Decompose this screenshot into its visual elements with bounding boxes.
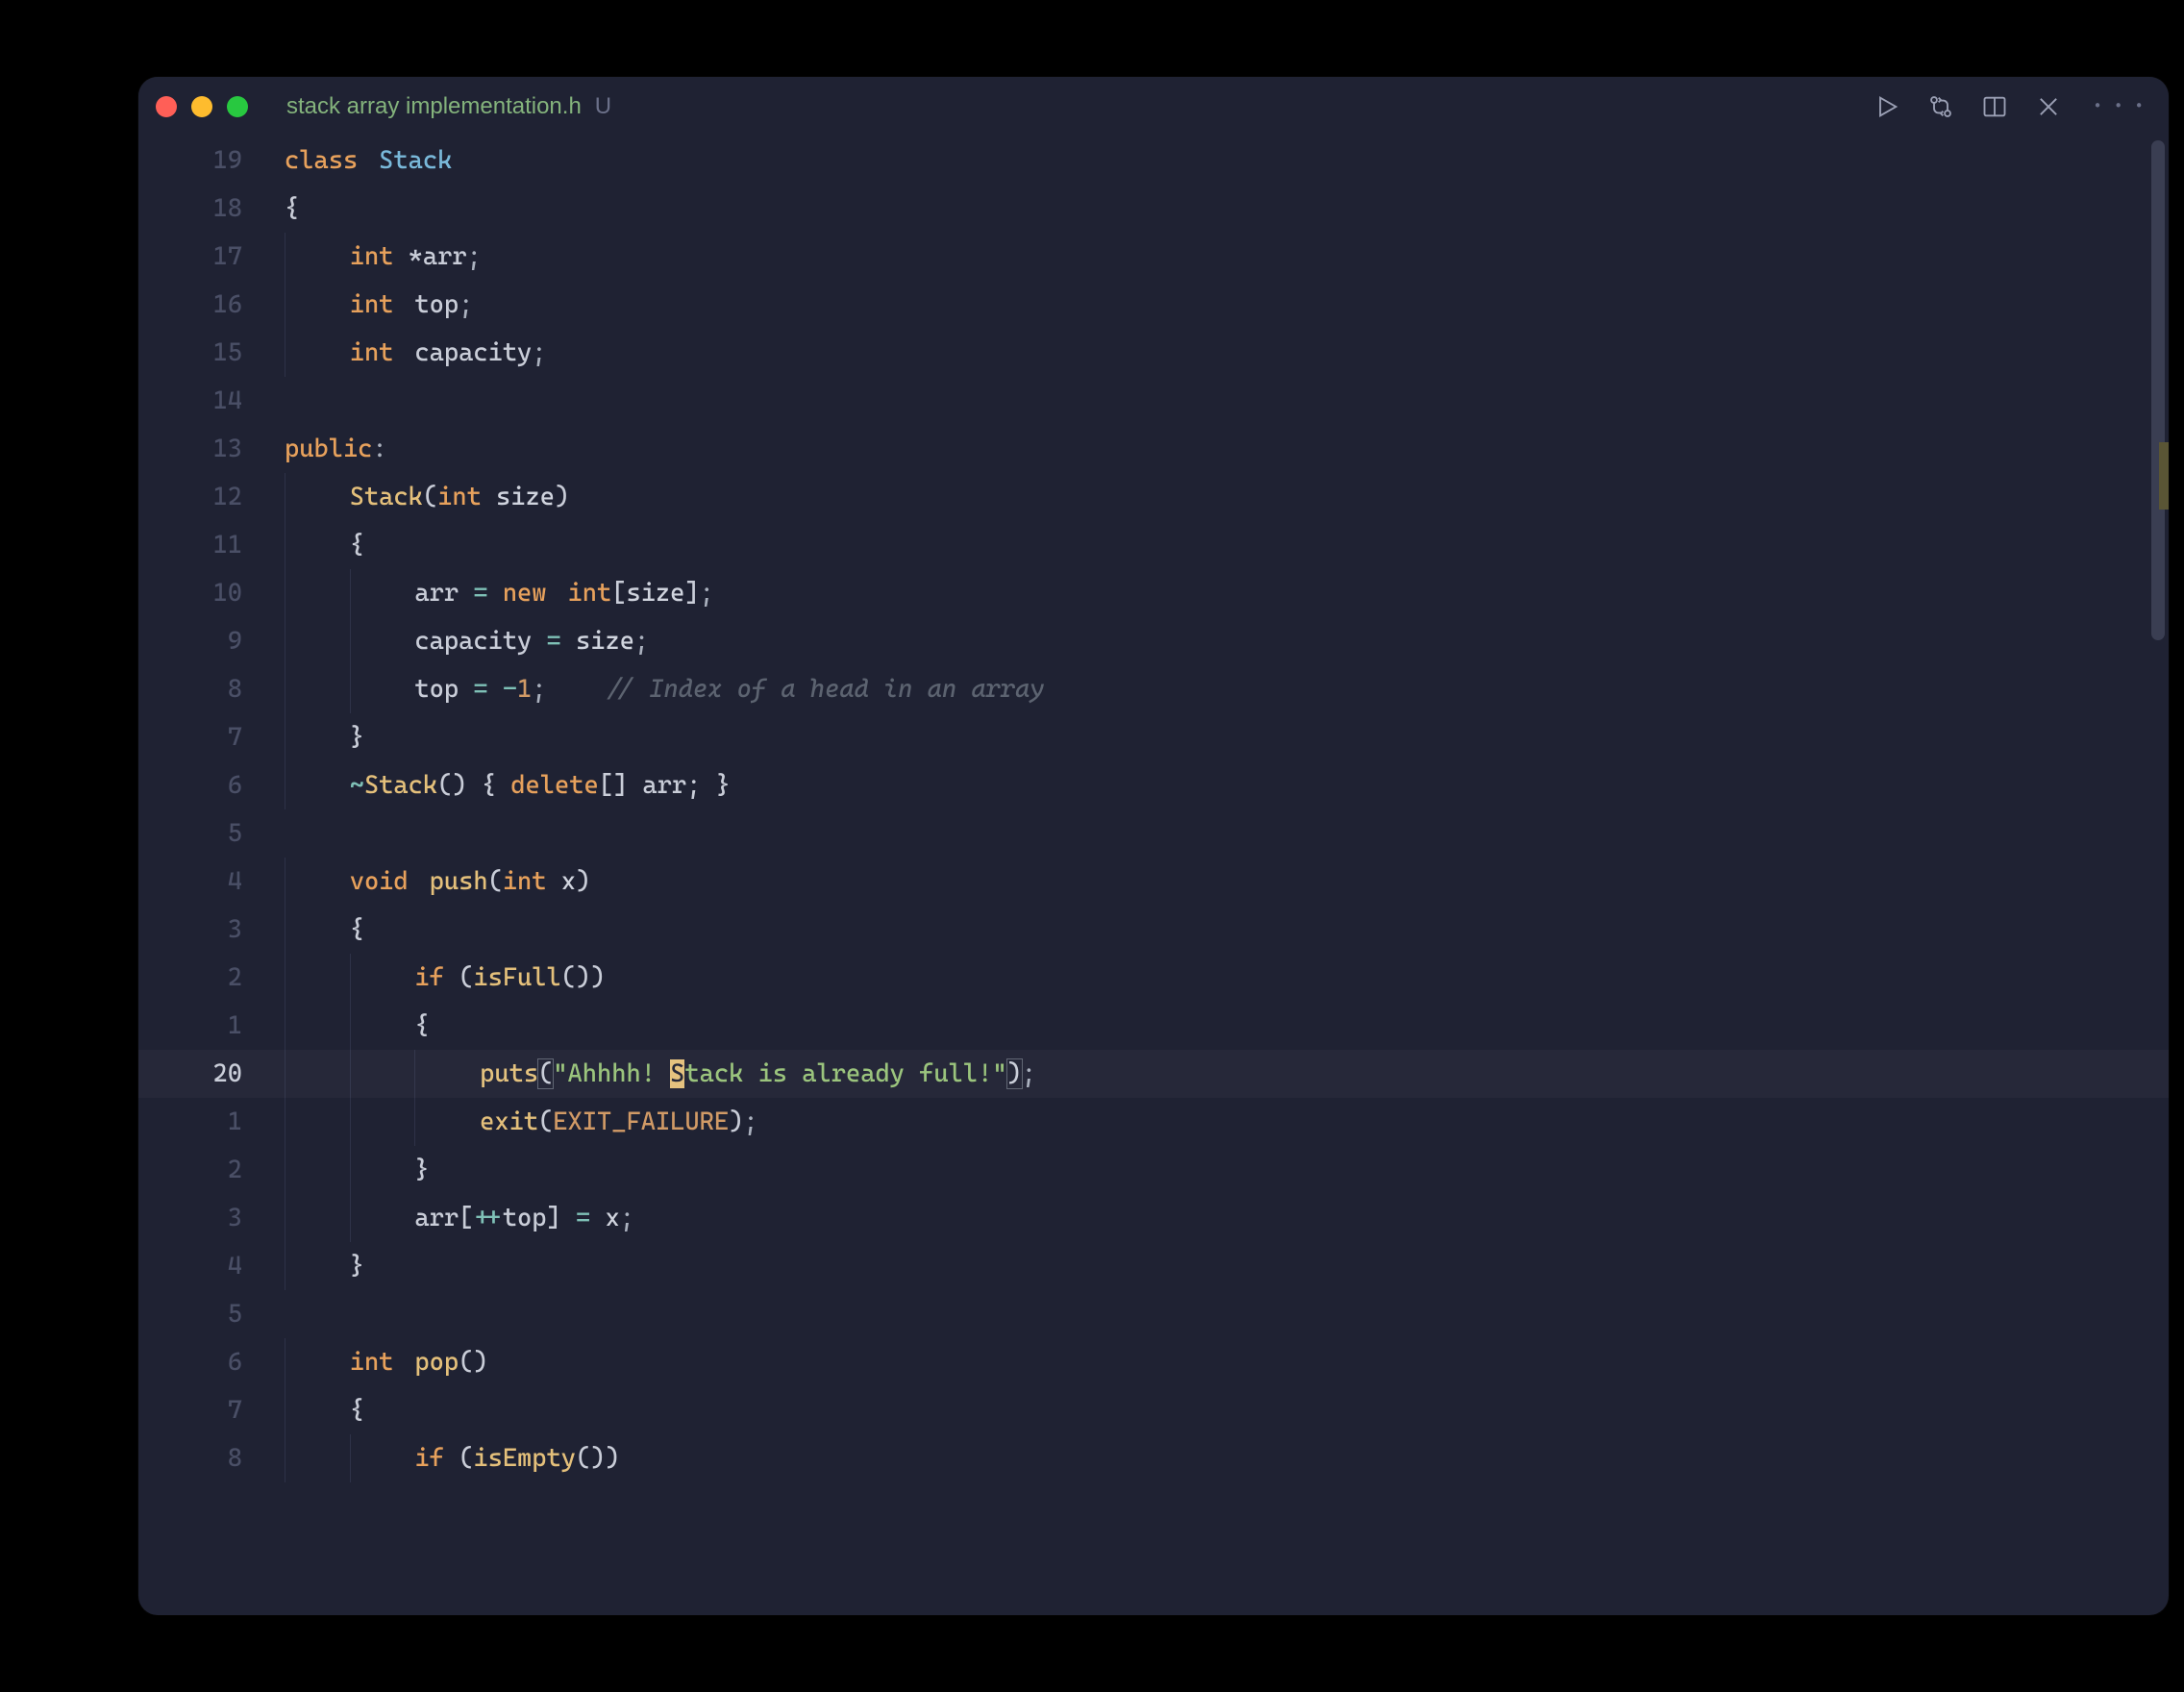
line-number: 7 — [138, 713, 242, 761]
line-number: 13 — [138, 425, 242, 473]
line-number: 17 — [138, 233, 242, 281]
line-number: 12 — [138, 473, 242, 521]
line-number: 3 — [138, 1194, 242, 1242]
code-line[interactable]: } — [285, 713, 2169, 761]
tab-filename: stack array implementation.h — [286, 93, 582, 120]
line-number: 1 — [138, 1002, 242, 1050]
code-line[interactable]: int *arr; — [285, 233, 2169, 281]
line-number-gutter: 191817161514131211109876543212012345678 — [138, 137, 263, 1615]
code-line[interactable]: if (isFull()) — [285, 954, 2169, 1002]
close-window-button[interactable] — [156, 96, 177, 117]
line-number: 5 — [138, 1290, 242, 1338]
line-number: 2 — [138, 954, 242, 1002]
vertical-scrollbar[interactable] — [2151, 140, 2165, 640]
line-number: 9 — [138, 617, 242, 665]
line-number: 15 — [138, 329, 242, 377]
line-number: 1 — [138, 1098, 242, 1146]
code-line[interactable]: top = -1; // Index of a head in an array — [285, 665, 2169, 713]
window-controls — [156, 96, 248, 117]
code-line[interactable]: class Stack — [285, 137, 2169, 185]
code-line[interactable]: puts("Ahhhh! Stack is already full!"); — [285, 1050, 2169, 1098]
code-line[interactable]: } — [285, 1242, 2169, 1290]
line-number: 4 — [138, 858, 242, 906]
code-line[interactable]: int pop() — [285, 1338, 2169, 1386]
code-line[interactable]: arr = new int[size]; — [285, 569, 2169, 617]
line-number: 11 — [138, 521, 242, 569]
code-content[interactable]: class Stack{ int *arr; int top; int capa… — [285, 137, 2169, 1615]
line-number: 6 — [138, 1338, 242, 1386]
line-number: 18 — [138, 185, 242, 233]
editor-window: stack array implementation.h U ··· 19181… — [138, 77, 2169, 1615]
line-number: 8 — [138, 1434, 242, 1482]
line-number: 7 — [138, 1386, 242, 1434]
tab-title[interactable]: stack array implementation.h U — [286, 93, 611, 120]
code-line[interactable]: Stack(int size) — [285, 473, 2169, 521]
code-line[interactable]: { — [285, 1386, 2169, 1434]
line-number: 6 — [138, 761, 242, 809]
code-editor[interactable]: 191817161514131211109876543212012345678 … — [138, 137, 2169, 1615]
code-line[interactable]: if (isEmpty()) — [285, 1434, 2169, 1482]
line-number: 8 — [138, 665, 242, 713]
titlebar: stack array implementation.h U ··· — [138, 77, 2169, 137]
code-line[interactable]: { — [285, 185, 2169, 233]
play-icon[interactable] — [1874, 93, 1900, 120]
code-line[interactable]: exit(EXIT_FAILURE); — [285, 1098, 2169, 1146]
indent-guide-column — [263, 137, 285, 1615]
close-icon[interactable] — [2035, 93, 2062, 120]
code-line[interactable]: void push(int x) — [285, 858, 2169, 906]
code-line[interactable] — [285, 809, 2169, 858]
line-number: 19 — [138, 137, 242, 185]
split-editor-icon[interactable] — [1981, 93, 2008, 120]
git-compare-icon[interactable] — [1927, 93, 1954, 120]
line-number: 5 — [138, 809, 242, 858]
overview-ruler-mark — [2159, 442, 2169, 510]
line-number: 2 — [138, 1146, 242, 1194]
code-line[interactable]: int capacity; — [285, 329, 2169, 377]
zoom-window-button[interactable] — [227, 96, 248, 117]
line-number: 3 — [138, 906, 242, 954]
code-line[interactable] — [285, 377, 2169, 425]
minimize-window-button[interactable] — [191, 96, 212, 117]
code-line[interactable]: ~Stack() { delete[] arr; } — [285, 761, 2169, 809]
code-line[interactable]: public: — [285, 425, 2169, 473]
line-number: 10 — [138, 569, 242, 617]
more-icon[interactable]: ··· — [2089, 92, 2151, 121]
unsaved-indicator: U — [595, 93, 611, 120]
code-line[interactable]: { — [285, 1002, 2169, 1050]
line-number: 4 — [138, 1242, 242, 1290]
code-line[interactable]: } — [285, 1146, 2169, 1194]
code-line[interactable]: capacity = size; — [285, 617, 2169, 665]
editor-title-actions: ··· — [1874, 92, 2151, 121]
code-line[interactable]: arr[++top] = x; — [285, 1194, 2169, 1242]
code-line[interactable]: int top; — [285, 281, 2169, 329]
line-number: 16 — [138, 281, 242, 329]
code-line[interactable]: { — [285, 906, 2169, 954]
line-number: 14 — [138, 377, 242, 425]
code-line[interactable] — [285, 1290, 2169, 1338]
code-line[interactable]: { — [285, 521, 2169, 569]
